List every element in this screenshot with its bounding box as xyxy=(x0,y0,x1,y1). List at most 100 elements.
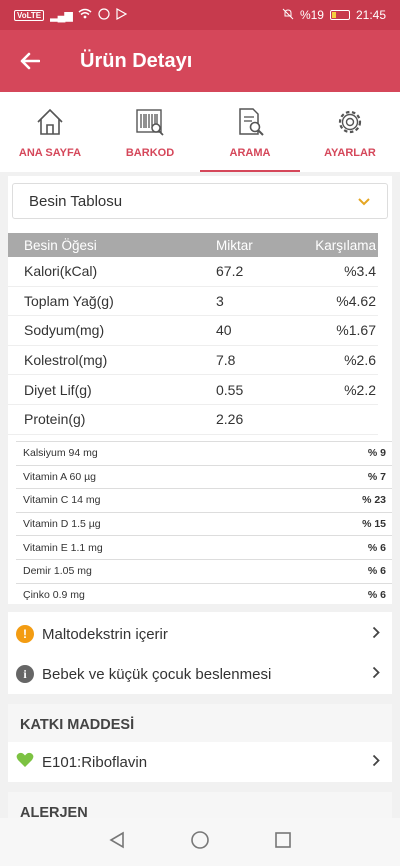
header-amount: Miktar xyxy=(216,237,253,253)
nutrient-name: Protein(g) xyxy=(24,411,86,428)
list-item: Demir 1.05 mg % 6 xyxy=(16,558,392,583)
tab-label: ARAMA xyxy=(229,147,271,159)
nutrient-amount: 0.55 xyxy=(216,381,244,398)
system-nav-bar xyxy=(0,818,400,866)
nutrient-amount: 3 xyxy=(216,292,224,309)
tab-settings[interactable]: AYARLAR xyxy=(300,92,400,172)
status-right: %19 21:45 xyxy=(282,8,386,23)
additive-text: E101:Riboflavin xyxy=(42,753,148,771)
nutrient-pct: %2.2 xyxy=(344,381,376,398)
list-item: Vitamin A 60 µg % 7 xyxy=(16,464,392,489)
tab-label: ANA SAYFA xyxy=(18,147,82,159)
chevron-right-icon xyxy=(372,754,380,771)
nutrient-pct: %1.67 xyxy=(336,322,376,339)
nutrient-name: Sodyum(mg) xyxy=(24,322,105,339)
square-recents-icon xyxy=(275,831,291,848)
status-left: VoLTE ▂▄▆ xyxy=(14,7,128,23)
warning-text: Maltodekstrin içerir xyxy=(42,625,168,643)
table-row: Toplam Yağ(g) 3 %4.62 xyxy=(8,287,378,317)
list-item: Kalsiyum 94 mg % 9 xyxy=(16,441,392,465)
gear-icon xyxy=(335,105,365,139)
nutrient-amount: 40 xyxy=(216,322,232,339)
chevron-right-icon xyxy=(372,626,380,643)
page-title: Ürün Detayı xyxy=(80,49,193,72)
divider xyxy=(8,694,392,704)
nutrient-amount: 67.2 xyxy=(216,263,244,280)
content-panel: Besin Tablosu Besin Öğesi Miktar Karşıla… xyxy=(8,176,392,818)
nutrient-pct: %4.62 xyxy=(336,292,376,309)
nav-recents-button[interactable] xyxy=(274,831,292,854)
mineral-pct: % 6 xyxy=(367,541,386,554)
tab-search[interactable]: ARAMA xyxy=(200,92,300,172)
battery-percent: %19 xyxy=(299,8,324,22)
tab-home[interactable]: ANA SAYFA xyxy=(0,92,100,172)
nutrient-name: Kalori(kCal) xyxy=(24,263,98,280)
wifi-icon xyxy=(78,8,92,22)
info-item[interactable]: i Bebek ve küçük çocuk beslenmesi xyxy=(8,654,392,694)
info-icon: i xyxy=(16,665,34,683)
clock: 21:45 xyxy=(355,8,386,22)
list-item: Çinko 0.9 mg % 6 xyxy=(16,582,392,607)
triangle-back-icon xyxy=(109,831,124,848)
nutrient-amount: 7.8 xyxy=(216,352,236,369)
additive-item[interactable]: E101:Riboflavin xyxy=(8,742,392,782)
dropdown-value: Besin Tablosu xyxy=(29,192,123,210)
additives-header: KATKI MADDESİ xyxy=(8,704,392,746)
whatsapp-icon xyxy=(98,7,110,23)
nav-back-button[interactable] xyxy=(108,831,126,854)
document-search-icon xyxy=(235,105,265,139)
mineral-name: Vitamin D 1.5 µg xyxy=(23,518,101,531)
mineral-pct: % 15 xyxy=(362,518,386,531)
tab-bar: ANA SAYFA BARKOD ARAMA AYARLAR xyxy=(0,92,400,172)
allergens-header: ALERJEN xyxy=(8,792,392,818)
signal-icon: ▂▄▆ xyxy=(50,9,73,22)
mineral-pct: % 7 xyxy=(367,470,386,483)
mineral-pct: % 6 xyxy=(367,565,386,578)
home-icon xyxy=(35,105,65,139)
mineral-pct: % 23 xyxy=(362,494,386,507)
warning-icon: ! xyxy=(16,625,34,643)
chevron-down-icon xyxy=(357,193,371,210)
mineral-name: Kalsiyum 94 mg xyxy=(23,447,98,460)
back-button[interactable] xyxy=(0,30,60,92)
mineral-name: Vitamin A 60 µg xyxy=(23,470,96,483)
table-row: Sodyum(mg) 40 %1.67 xyxy=(8,316,378,346)
heart-icon xyxy=(16,752,34,772)
arrow-left-icon xyxy=(20,52,40,70)
nutrient-amount: 2.26 xyxy=(216,411,244,428)
play-icon xyxy=(116,7,128,23)
warning-item[interactable]: ! Maltodekstrin içerir xyxy=(8,614,392,654)
volte-indicator: VoLTE xyxy=(14,9,45,21)
table-row: Kalori(kCal) 67.2 %3.4 xyxy=(8,257,378,287)
section-dropdown[interactable]: Besin Tablosu xyxy=(12,183,388,219)
divider xyxy=(8,604,392,612)
nutrient-pct: %2.6 xyxy=(344,352,376,369)
chevron-right-icon xyxy=(372,666,380,683)
status-bar: VoLTE ▂▄▆ %19 21:45 xyxy=(0,0,400,30)
mineral-pct: % 9 xyxy=(367,447,386,460)
header-pct: Karşılama xyxy=(315,237,376,253)
nav-home-button[interactable] xyxy=(190,830,210,855)
list-item: Vitamin C 14 mg % 23 xyxy=(16,488,392,512)
tab-barcode[interactable]: BARKOD xyxy=(100,92,200,172)
table-row: Diyet Lif(g) 0.55 %2.2 xyxy=(8,375,378,405)
table-row: Protein(g) 2.26 xyxy=(8,405,378,435)
nutrient-name: Diyet Lif(g) xyxy=(24,381,92,398)
info-text: Bebek ve küçük çocuk beslenmesi xyxy=(42,665,272,683)
list-item: Vitamin E 1.1 mg % 6 xyxy=(16,535,392,559)
battery-icon xyxy=(329,10,350,20)
header-nutrient: Besin Öğesi xyxy=(24,237,97,253)
mineral-name: Çinko 0.9 mg xyxy=(23,588,85,601)
mineral-name: Demir 1.05 mg xyxy=(23,565,92,578)
tab-label: AYARLAR xyxy=(324,147,376,159)
nutrient-pct: %3.4 xyxy=(344,263,376,280)
table-header: Besin Öğesi Miktar Karşılama xyxy=(8,233,378,257)
app-bar: Ürün Detayı xyxy=(0,30,400,92)
barcode-scan-icon xyxy=(135,105,165,139)
tab-label: BARKOD xyxy=(125,147,175,159)
mineral-list: Kalsiyum 94 mg % 9 Vitamin A 60 µg % 7 V… xyxy=(16,441,392,606)
table-row: Kolestrol(mg) 7.8 %2.6 xyxy=(8,346,378,376)
nutrient-table: Besin Öğesi Miktar Karşılama Kalori(kCal… xyxy=(8,233,378,435)
circle-home-icon xyxy=(191,830,209,849)
nutrient-name: Toplam Yağ(g) xyxy=(24,292,114,309)
